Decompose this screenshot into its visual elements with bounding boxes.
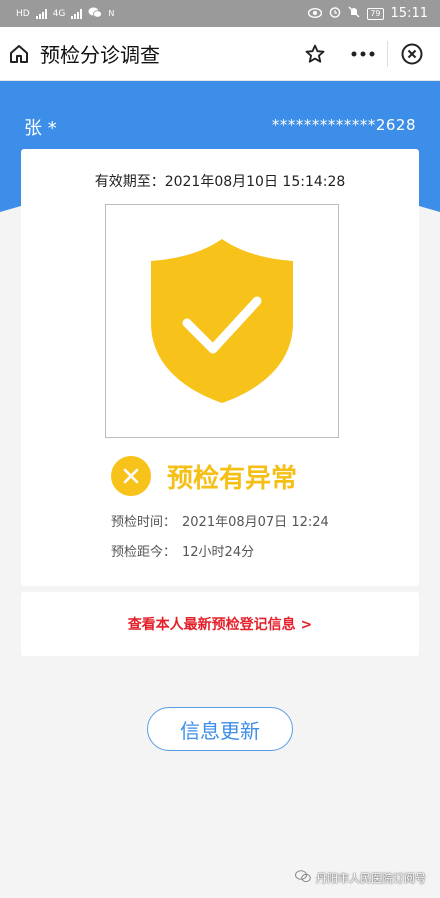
valid-until: 有效期至：2021年08月10日 15:14:28 [94, 174, 346, 190]
shield-frame [105, 204, 339, 438]
wechat-watermark-icon [295, 870, 311, 886]
nav-divider [387, 40, 388, 67]
status-bar-left: HD 4G N [16, 7, 114, 21]
eye-icon [308, 7, 323, 21]
user-name: 张 * [24, 118, 57, 139]
check-status: 预检有异常 [167, 463, 298, 494]
alarm-icon [329, 6, 341, 21]
shield-check-icon [151, 239, 293, 403]
hd-badge: HD [16, 8, 30, 19]
error-x-icon [111, 456, 151, 496]
status-row: 预检有异常 [111, 454, 297, 498]
check-time-label: 预检时间： [111, 515, 177, 530]
battery-icon: 79 [367, 7, 384, 20]
wechat-icon [88, 7, 103, 21]
band-corner-left [0, 206, 21, 212]
clock: 15:11 [390, 6, 428, 21]
nav-bar: 预检分诊调查 [0, 27, 440, 81]
elapsed-line: 预检距今： 12小时24分 [111, 541, 254, 560]
elapsed-value: 12小时24分 [182, 545, 255, 560]
check-time-value: 2021年08月07日 12:24 [182, 515, 329, 530]
status-bar: HD 4G N 79 15:11 [0, 0, 440, 27]
elapsed-label: 预检距今： [111, 545, 177, 560]
star-icon[interactable] [293, 32, 337, 76]
signal-icon-2 [71, 8, 83, 19]
refresh-info-button[interactable]: 信息更新 [147, 707, 293, 751]
latest-registration-link-card[interactable]: 查看本人最新预检登记信息 > [21, 592, 419, 656]
user-id-number: *************2628 [271, 116, 416, 134]
home-icon[interactable] [8, 43, 30, 65]
network-label: 4G [52, 8, 66, 19]
close-icon[interactable] [390, 32, 434, 76]
band-corner-right [419, 206, 440, 212]
watermark: 丹阳市人民医院订阅号 [295, 870, 426, 886]
page-title: 预检分诊调查 [40, 43, 160, 67]
check-time-line: 预检时间： 2021年08月07日 12:24 [111, 511, 329, 530]
watermark-text: 丹阳市人民医院订阅号 [316, 872, 426, 885]
latest-registration-link[interactable]: 查看本人最新预检登记信息 > [128, 614, 313, 634]
status-card: 有效期至：2021年08月10日 15:14:28 预检有异常 预检时间： 202… [21, 149, 419, 586]
signal-icon [35, 8, 47, 19]
nfc-icon: N [108, 9, 115, 18]
more-icon[interactable] [341, 32, 385, 76]
mute-icon [348, 6, 360, 21]
status-bar-right: 79 15:11 [308, 6, 428, 21]
